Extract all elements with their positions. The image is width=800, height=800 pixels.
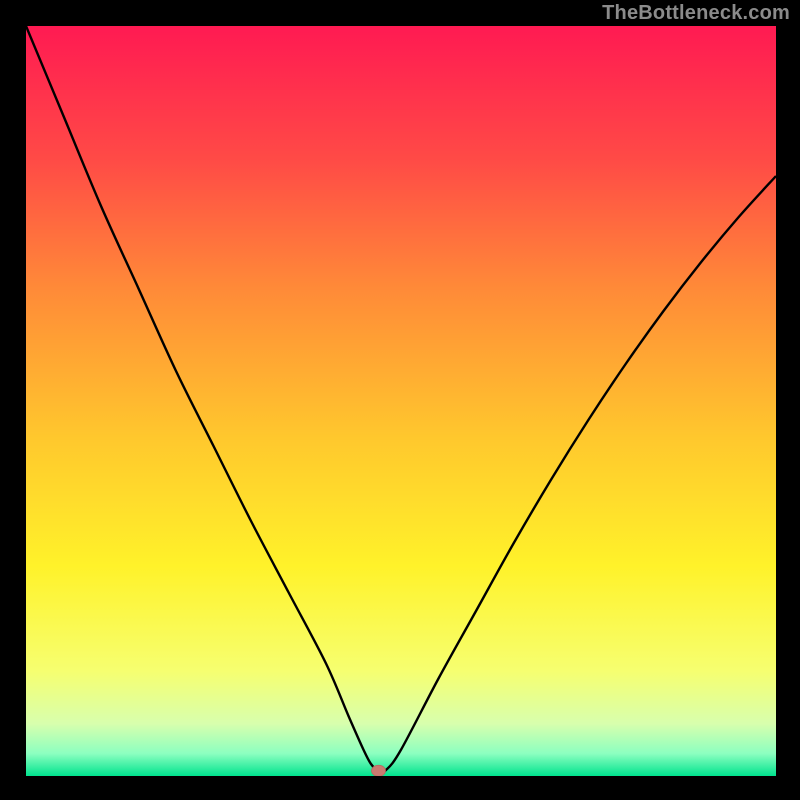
gradient-background bbox=[26, 26, 776, 776]
chart-plot bbox=[26, 26, 776, 776]
minimum-marker bbox=[372, 765, 386, 776]
chart-frame: TheBottleneck.com bbox=[0, 0, 800, 800]
watermark-text: TheBottleneck.com bbox=[602, 2, 790, 25]
